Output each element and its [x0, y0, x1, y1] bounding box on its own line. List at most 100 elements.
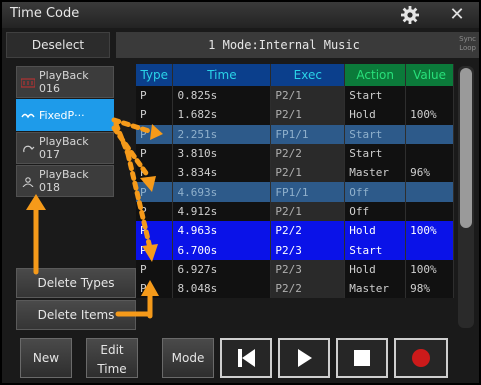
playback-item-line2: 017 — [39, 148, 60, 161]
cell-time: 4.963s — [172, 221, 272, 241]
edit-time-line2: Time — [97, 362, 127, 376]
column-header-type[interactable]: Type — [136, 64, 174, 86]
cell-exec: FP1/1 — [270, 124, 346, 144]
new-button[interactable]: New — [20, 338, 72, 378]
playback-item-line1: PlayBack — [39, 135, 89, 148]
cell-action: Start — [344, 124, 407, 144]
playback-item-line1: PlayBack — [39, 168, 89, 181]
cell-action: Off — [344, 201, 407, 222]
mode-button-label: Mode — [171, 351, 205, 365]
title-bar: Time Code ✕ — [2, 2, 479, 28]
cell-type: P — [136, 124, 174, 144]
table-row[interactable]: P 6.927s P2/3 Hold 100% — [136, 259, 454, 279]
loop-icon — [23, 145, 35, 153]
cell-value: 100% — [405, 259, 454, 279]
cell-action: Master — [344, 278, 407, 299]
deselect-button[interactable]: Deselect — [6, 32, 110, 58]
table-header-row: Type Time Exec Action Value — [136, 64, 454, 86]
playback-item-017[interactable]: PlayBack 017 — [16, 132, 114, 164]
cell-value — [405, 86, 454, 106]
cell-type: P — [136, 221, 174, 241]
table-row[interactable]: P 8.048s P2/2 Master 98% — [136, 278, 454, 299]
cell-exec: P2/1 — [270, 201, 346, 222]
table-row[interactable]: P 0.825s P2/1 Start — [136, 86, 454, 106]
scrollbar-thumb[interactable] — [460, 68, 472, 228]
cell-time: 6.700s — [172, 240, 272, 260]
record-icon — [412, 349, 430, 367]
cell-time: 4.912s — [172, 201, 272, 222]
mode-button[interactable]: Mode — [162, 338, 214, 378]
cell-type: P — [136, 240, 174, 260]
column-header-time[interactable]: Time — [172, 64, 272, 86]
cell-value: 100% — [405, 221, 454, 241]
window-title: Time Code — [10, 6, 80, 21]
cell-action: Hold — [344, 221, 407, 241]
play-button[interactable] — [278, 338, 330, 378]
edit-time-line1: Edit — [100, 343, 124, 357]
table-row[interactable]: P 2.251s FP1/1 Start — [136, 124, 454, 144]
stop-button[interactable] — [336, 338, 388, 378]
table-row[interactable]: P 4.693s FP1/1 Off — [136, 182, 454, 202]
playback-item-fixedp[interactable]: FixedP··· — [16, 99, 114, 131]
playback-item-016[interactable]: PlayBack 016 — [16, 66, 114, 98]
cell-exec: P2/3 — [270, 240, 346, 260]
table-row[interactable]: P 3.834s P2/1 Master 96% — [136, 163, 454, 183]
new-button-label: New — [32, 351, 60, 365]
cell-type: P — [136, 143, 174, 164]
cell-exec: P2/1 — [270, 163, 346, 183]
sync-label: Sync — [459, 35, 476, 43]
playback-item-line1: PlayBack — [39, 69, 89, 82]
playback-item-line2: 016 — [39, 82, 60, 95]
cell-value — [405, 182, 454, 202]
stop-icon — [354, 350, 370, 366]
cell-time: 3.810s — [172, 143, 272, 164]
cell-action: Start — [344, 143, 407, 164]
timecode-table: Type Time Exec Action Value P 0.825s P2/1 S… — [136, 64, 454, 332]
skip-back-button[interactable] — [220, 338, 272, 378]
cell-time: 8.048s — [172, 278, 272, 299]
delete-items-button[interactable]: Delete Items — [16, 300, 136, 330]
time-code-window: Time Code ✕ Deselect 1 Mode:Internal Mus… — [0, 0, 481, 385]
sync-loop-indicator[interactable]: Sync Loop — [452, 32, 479, 58]
cell-time: 1.682s — [172, 105, 272, 125]
cell-exec: P2/1 — [270, 105, 346, 125]
table-row[interactable]: P 3.810s P2/2 Start — [136, 143, 454, 164]
record-button[interactable] — [394, 338, 448, 378]
playback-item-line1: FixedP··· — [39, 109, 85, 122]
cell-action: Hold — [344, 259, 407, 279]
cell-action: Start — [344, 240, 407, 260]
loop-label: Loop — [459, 44, 476, 52]
gear-icon[interactable] — [400, 5, 420, 25]
table-row[interactable]: P 1.682s P2/1 Hold 100% — [136, 105, 454, 125]
delete-types-button[interactable]: Delete Types — [16, 268, 136, 298]
playback-item-018[interactable]: PlayBack 018 — [16, 165, 114, 197]
cell-value — [405, 201, 454, 222]
fixture-icon — [21, 113, 35, 119]
cell-value: 96% — [405, 163, 454, 183]
cell-exec: P2/2 — [270, 221, 346, 241]
table-row[interactable]: P 4.963s P2/2 Hold 100% — [136, 221, 454, 241]
cell-type: P — [136, 182, 174, 202]
mode-display: 1 Mode:Internal Music — [116, 32, 452, 58]
playback-icon — [21, 78, 35, 88]
cell-exec: P2/1 — [270, 86, 346, 106]
edit-time-button[interactable]: Edit Time — [86, 338, 138, 378]
cell-action: Off — [344, 182, 407, 202]
column-header-exec[interactable]: Exec — [270, 64, 346, 86]
table-row[interactable]: P 6.700s P2/3 Start — [136, 240, 454, 260]
column-header-value[interactable]: Value — [405, 64, 454, 86]
close-icon[interactable]: ✕ — [445, 4, 469, 26]
cell-value: 100% — [405, 105, 454, 125]
cell-exec: P2/2 — [270, 143, 346, 164]
cell-value — [405, 124, 454, 144]
cell-value — [405, 240, 454, 260]
cell-action: Master — [344, 163, 407, 183]
table-row[interactable]: P 4.912s P2/1 Off — [136, 201, 454, 222]
column-header-action[interactable]: Action — [344, 64, 407, 86]
cell-type: P — [136, 105, 174, 125]
cell-value: 98% — [405, 278, 454, 299]
cell-exec: P2/3 — [270, 259, 346, 279]
cell-exec: P2/2 — [270, 278, 346, 299]
cell-time: 3.834s — [172, 163, 272, 183]
person-icon — [22, 177, 34, 187]
